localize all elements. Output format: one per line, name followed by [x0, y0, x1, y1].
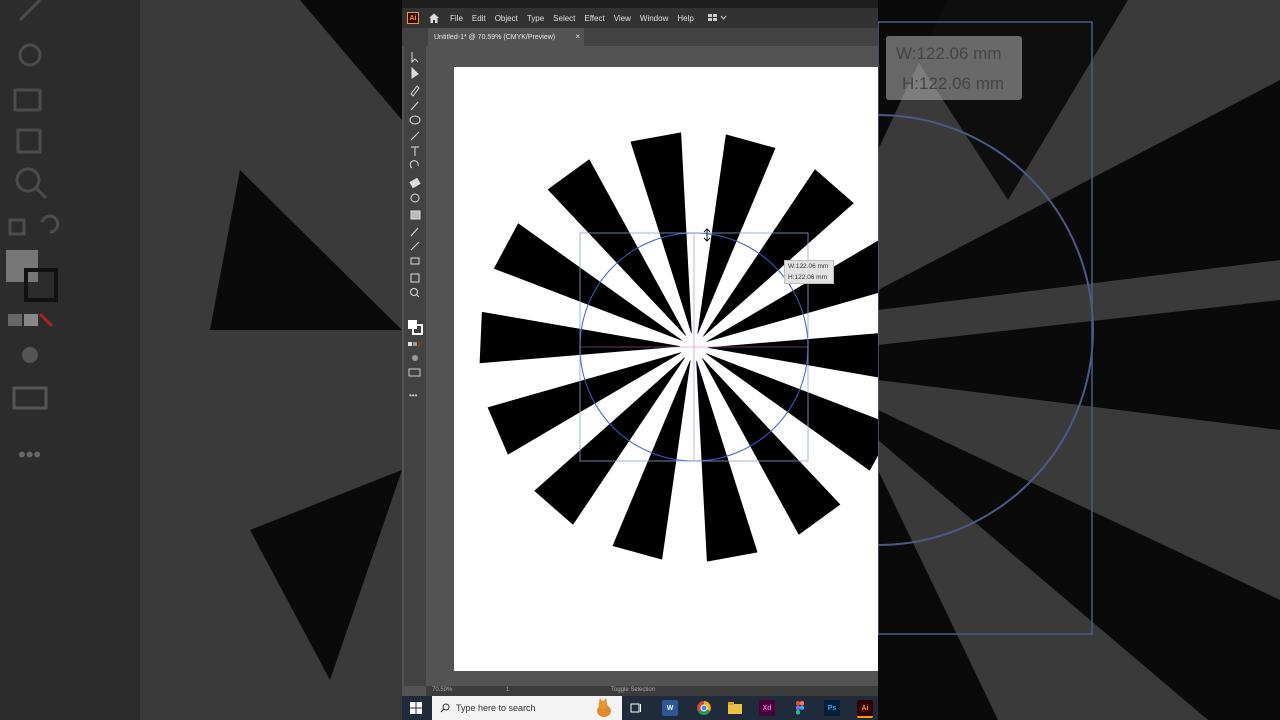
rotate-tool-icon	[409, 160, 419, 169]
file-explorer-icon[interactable]	[727, 700, 743, 716]
search-icon	[440, 703, 450, 713]
title-strip	[402, 0, 878, 8]
blurred-background-left: •••	[0, 0, 402, 720]
menu-window[interactable]: Window	[640, 14, 668, 23]
none-color-icon	[417, 341, 423, 347]
current-tool-label: Toggle Selection	[611, 687, 656, 693]
blurred-rays-right	[878, 0, 1280, 720]
workspace-switcher-icon[interactable]	[707, 13, 728, 23]
blurred-background-right: W:122.06 mm H:122.06 mm	[878, 0, 1280, 720]
shape-builder-tool-icon	[410, 193, 420, 203]
xd-icon[interactable]: Xd	[759, 700, 775, 716]
ellipse-tool-icon	[409, 115, 421, 125]
ray-5[interactable]	[707, 331, 878, 382]
windows-logo-icon	[410, 702, 422, 714]
status-bar: 70.59% 1 Toggle Selection	[426, 686, 878, 696]
curvature-tool-icon	[410, 101, 419, 111]
eyedropper-tool-icon	[410, 227, 419, 237]
taskbar-search-box[interactable]: Type here to search	[432, 696, 622, 720]
start-button[interactable]	[402, 696, 430, 720]
artboard-number-field[interactable]: 1	[506, 687, 509, 693]
document-tab[interactable]: Untitled-1* @ 70.59% (CMYK/Preview) ×	[428, 28, 584, 46]
illustrator-icon[interactable]: Ai	[857, 700, 873, 718]
menu-type[interactable]: Type	[527, 14, 544, 23]
document-tab-bar: Untitled-1* @ 70.59% (CMYK/Preview) ×	[402, 28, 878, 46]
menu-edit[interactable]: Edit	[472, 14, 486, 23]
chrome-icon[interactable]	[696, 700, 712, 716]
photoshop-icon[interactable]: Ps	[824, 700, 840, 716]
zoom-level-field[interactable]: 70.59%	[432, 687, 452, 693]
menu-object[interactable]: Object	[495, 14, 518, 23]
blurred-height-label: H:122.06 mm	[902, 74, 1005, 93]
menu-effect[interactable]: Effect	[584, 14, 604, 23]
direct-selection-tool-icon	[411, 66, 419, 79]
paintbrush-tool-icon	[410, 131, 420, 141]
tools-icons: •••	[408, 52, 423, 400]
measure-tooltip: W:122.06 mm H:122.06 mm	[784, 260, 834, 284]
figma-icon[interactable]	[792, 700, 808, 716]
menu-bar: Ai File Edit Object Type Select Effect V…	[402, 8, 878, 28]
color-mode-icon	[408, 342, 412, 346]
symbol-sprayer-tool-icon	[410, 257, 420, 265]
measure-height-label: H:122.06 mm	[788, 274, 828, 281]
blurred-measure-tooltip: W:122.06 mm H:122.06 mm	[886, 36, 1022, 100]
canvas-area[interactable]: W:122.06 mm H:122.06 mm	[426, 46, 878, 686]
illustrator-window: Ai File Edit Object Type Select Effect V…	[402, 0, 878, 720]
draw-mode-icon	[412, 355, 418, 361]
search-placeholder: Type here to search	[456, 703, 536, 713]
word-icon[interactable]: W	[662, 700, 678, 716]
zoom-tool-icon	[410, 288, 418, 296]
screen-mode-icon	[408, 368, 421, 377]
more-tools-icon: •••	[409, 391, 418, 400]
measure-width-label: W:122.06 mm	[788, 263, 829, 270]
blurred-rays-left	[210, 0, 402, 680]
blurred-width-label: W:122.06 mm	[896, 44, 1002, 63]
cat-illustration-icon	[597, 698, 611, 717]
artboard-tool-icon	[410, 273, 420, 283]
menu-select[interactable]: Select	[553, 14, 575, 23]
tab-close-button[interactable]: ×	[575, 32, 580, 41]
menu-file[interactable]: File	[450, 14, 463, 23]
menu-view[interactable]: View	[614, 14, 631, 23]
home-icon[interactable]	[427, 11, 441, 25]
windows-taskbar: Type here to search W Xd Ps Ai	[402, 696, 878, 720]
resize-cursor-icon	[703, 228, 711, 242]
tools-panel: •••	[404, 46, 426, 686]
type-tool-icon	[411, 146, 419, 156]
menu-help[interactable]: Help	[677, 14, 693, 23]
artboard[interactable]: W:122.06 mm H:122.06 mm	[454, 67, 878, 671]
gradient-tool-icon	[410, 210, 421, 220]
document-tab-title: Untitled-1* @ 70.59% (CMYK/Preview)	[434, 33, 556, 41]
illustrator-logo-icon: Ai	[407, 12, 419, 24]
selection-tool-icon	[411, 52, 419, 64]
task-view-icon[interactable]	[628, 700, 644, 716]
pen-tool-icon	[410, 85, 420, 97]
sunburst-artwork[interactable]	[454, 67, 878, 671]
eraser-tool-icon	[409, 177, 421, 189]
blend-tool-icon	[410, 241, 420, 251]
